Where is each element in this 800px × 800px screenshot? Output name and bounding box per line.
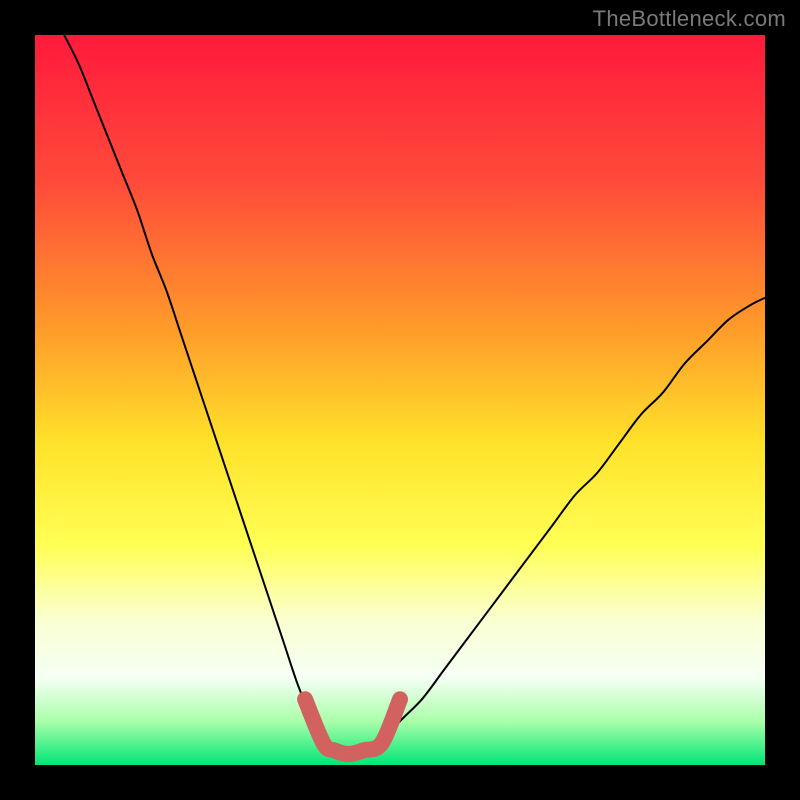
chart-plot xyxy=(35,35,765,765)
chart-svg xyxy=(35,35,765,765)
watermark-label: TheBottleneck.com xyxy=(593,6,786,32)
page-frame: TheBottleneck.com xyxy=(0,0,800,800)
